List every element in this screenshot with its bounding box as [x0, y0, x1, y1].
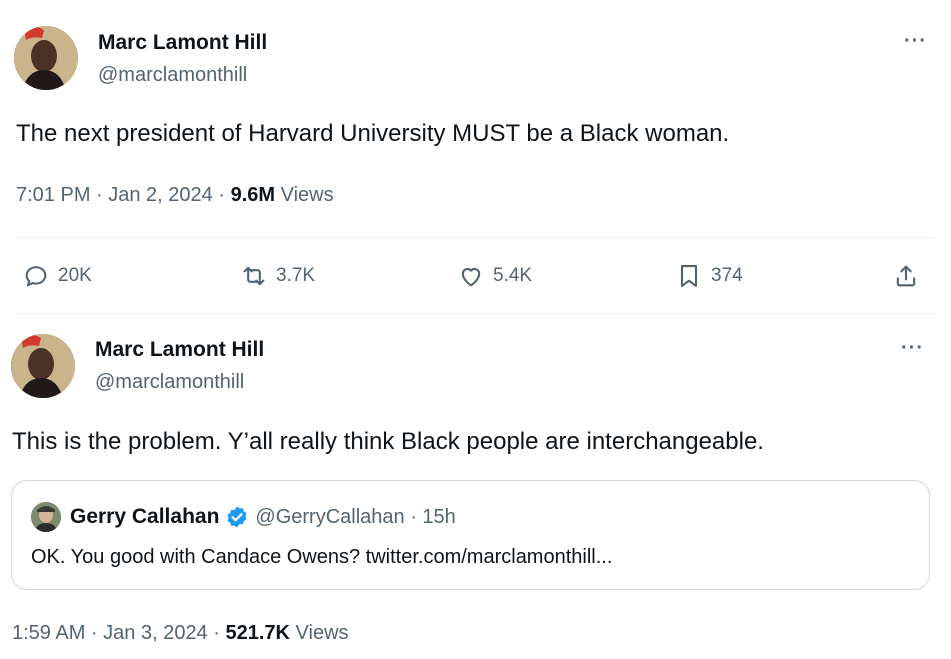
divider [14, 237, 934, 238]
verified-badge-icon [227, 506, 247, 528]
view-count: 521.7K [225, 622, 290, 644]
like-button[interactable]: 5.4K [457, 262, 532, 290]
quoted-author-handle[interactable]: @GerryCallahan · 15h [255, 506, 455, 529]
tweet-meta: 7:01 PM · Jan 2, 2024 · 9.6M Views [16, 184, 334, 207]
views-label: Views [280, 184, 334, 206]
tweet-timestamp[interactable]: 7:01 PM · Jan 2, 2024 · [16, 184, 225, 206]
reply-icon [25, 266, 47, 287]
bookmark-icon [680, 265, 698, 287]
retweet-count: 3.7K [276, 265, 316, 286]
retweet-button[interactable]: 3.7K [240, 262, 315, 290]
like-count: 5.4K [493, 265, 533, 286]
quoted-author-avatar[interactable] [31, 502, 61, 532]
author-avatar[interactable] [11, 334, 75, 398]
author-handle[interactable]: @marclamonthill [95, 371, 244, 394]
heart-icon [461, 268, 481, 287]
reply-count: 20K [58, 265, 92, 286]
quoted-tweet[interactable]: Gerry Callahan @GerryCallahan · 15h OK. … [11, 480, 930, 590]
bookmark-count: 374 [711, 265, 743, 286]
author-avatar[interactable] [14, 26, 78, 90]
retweet-icon [243, 266, 265, 286]
view-count: 9.6M [230, 184, 276, 206]
share-button[interactable] [892, 262, 920, 290]
divider [14, 313, 934, 314]
quoted-text: OK. You good with Candace Owens? twitter… [31, 546, 613, 568]
tweet-text: The next president of Harvard University… [16, 120, 730, 147]
reply-button[interactable]: 20K [22, 262, 92, 290]
author-name[interactable]: Marc Lamont Hill [98, 31, 267, 55]
tweet-timestamp[interactable]: 1:59 AM · Jan 3, 2024 · [12, 622, 220, 644]
quoted-header: Gerry Callahan @GerryCallahan · 15h [70, 505, 456, 529]
tweet-meta: 1:59 AM · Jan 3, 2024 · 521.7K Views [12, 622, 349, 645]
bookmark-button[interactable]: 374 [675, 262, 743, 290]
author-handle[interactable]: @marclamonthill [98, 64, 247, 87]
more-options-icon[interactable]: ··· [901, 337, 924, 360]
share-icon [896, 265, 916, 287]
views-label: Views [295, 622, 349, 644]
author-name[interactable]: Marc Lamont Hill [95, 338, 264, 362]
quoted-author-name[interactable]: Gerry Callahan [70, 505, 219, 529]
tweet-text: This is the problem. Y’all really think … [12, 428, 764, 455]
more-options-icon[interactable]: ··· [904, 30, 927, 53]
